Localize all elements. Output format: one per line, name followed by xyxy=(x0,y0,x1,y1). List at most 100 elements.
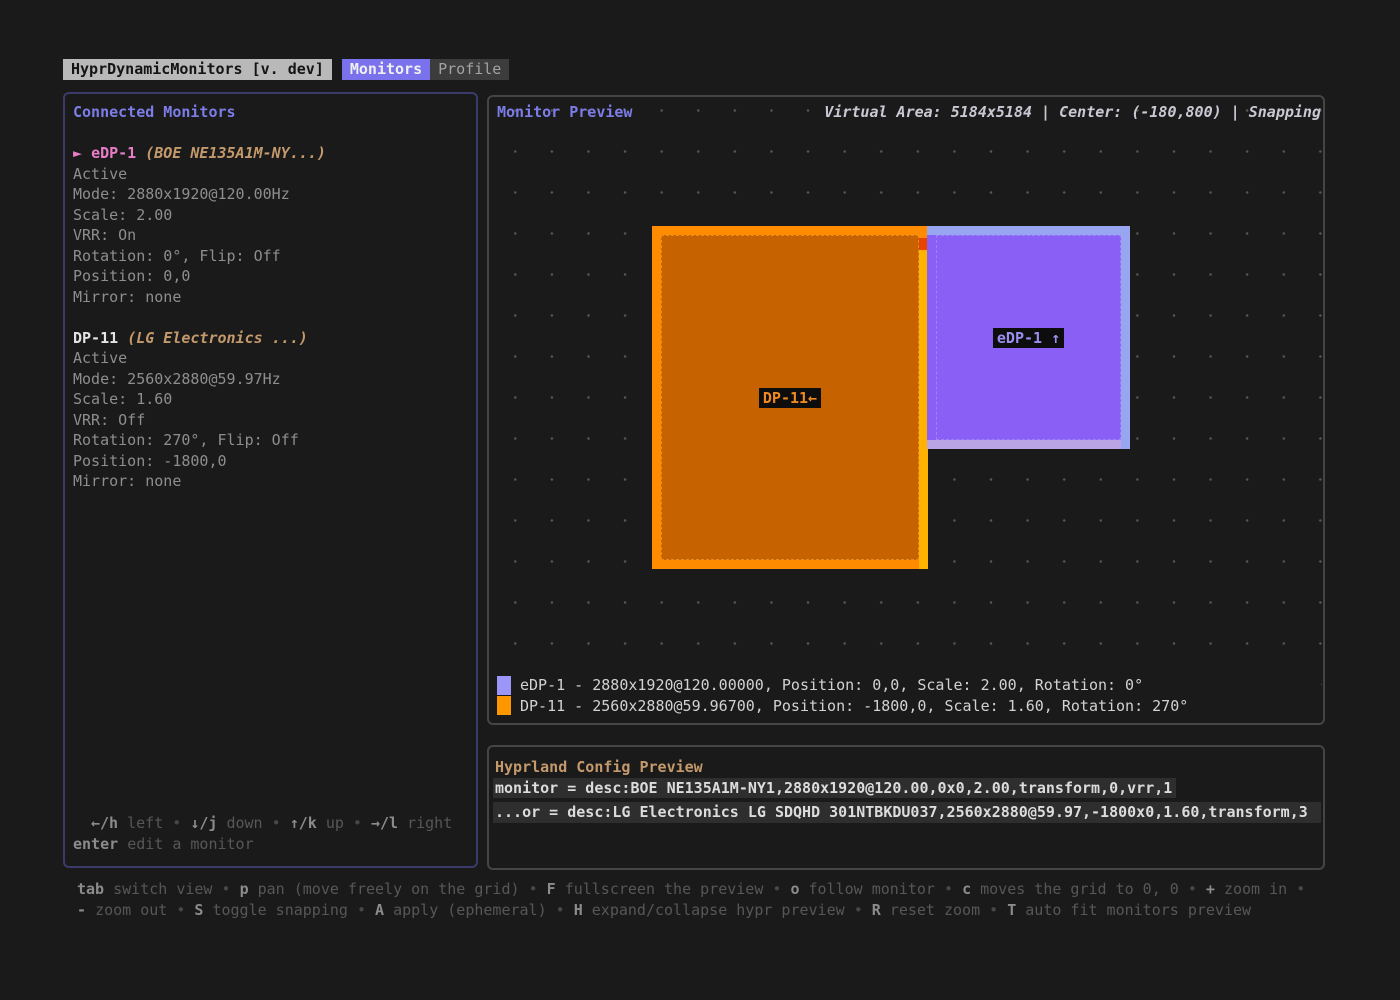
monitor-mode: Mode: 2560x2880@59.97Hz xyxy=(73,369,476,390)
key-desc: expand/collapse hypr preview xyxy=(592,901,845,919)
tab-profile[interactable]: Profile xyxy=(430,59,509,80)
connected-monitors-panel: Connected Monitors ► eDP-1 (BOE NE135A1M… xyxy=(63,92,478,868)
key-hint: ↑/k xyxy=(290,814,317,832)
key-desc: fullscreen the preview xyxy=(565,880,764,898)
list-keybind-footer: ←/h left • ↓/j down • ↑/k up • →/l right… xyxy=(73,813,470,854)
legend-row-dp11: DP-11 - 2560x2880@59.96700, Position: -1… xyxy=(497,696,1321,717)
key-desc: switch view xyxy=(113,880,212,898)
monitor-header: ► eDP-1 (BOE NE135A1M-NY...) xyxy=(73,143,476,164)
monitor-name: DP-11 xyxy=(73,329,118,347)
monitor-top-edge xyxy=(927,226,1130,235)
key-desc: follow monitor xyxy=(809,880,935,898)
legend-text: DP-11 - 2560x2880@59.96700, Position: -1… xyxy=(520,697,1188,715)
key-hint: c xyxy=(962,880,971,898)
monitor-status: Active xyxy=(73,348,476,369)
monitor-scale: Scale: 1.60 xyxy=(73,389,476,410)
key-desc: right xyxy=(407,814,452,832)
bullet-separator: • xyxy=(353,814,362,832)
key-desc: toggle snapping xyxy=(212,901,347,919)
monitor-preview-panel: Monitor Preview Virtual Area: 5184x5184 … xyxy=(487,95,1325,725)
spacer xyxy=(73,123,476,144)
monitor-vrr: VRR: On xyxy=(73,225,476,246)
monitor-status: Active xyxy=(73,164,476,185)
app-root: HyprDynamicMonitors [v. dev] Monitors Pr… xyxy=(0,0,1400,1000)
key-hint: →/l xyxy=(371,814,398,832)
key-desc: zoom out xyxy=(95,901,167,919)
hyprland-config-panel: Hyprland Config Preview monitor = desc:B… xyxy=(487,745,1325,870)
key-hint: + xyxy=(1206,880,1215,898)
key-hint: H xyxy=(574,901,583,919)
bullet-separator: • xyxy=(854,901,863,919)
monitor-rotation: Rotation: 270°, Flip: Off xyxy=(73,430,476,451)
bullet-separator: • xyxy=(272,814,281,832)
bullet-separator: • xyxy=(176,901,185,919)
key-hint: A xyxy=(375,901,384,919)
connected-monitors-title: Connected Monitors xyxy=(73,102,476,123)
key-hint: o xyxy=(790,880,799,898)
monitor-description: (LG Electronics ...) xyxy=(127,329,308,347)
monitor-rotation: Rotation: 0°, Flip: Off xyxy=(73,246,476,267)
preview-monitor-edp1[interactable]: eDP-1 ↑ xyxy=(927,226,1130,449)
key-hint: ←/h xyxy=(91,814,118,832)
key-hint: S xyxy=(194,901,203,919)
nav-keys-line: ←/h left • ↓/j down • ↑/k up • →/l right xyxy=(91,813,470,834)
key-desc: zoom in xyxy=(1224,880,1287,898)
legend-text: eDP-1 - 2880x1920@120.00000, Position: 0… xyxy=(520,676,1143,694)
key-desc: pan (move freely on the grid) xyxy=(258,880,520,898)
bullet-separator: • xyxy=(556,901,565,919)
key-hint: p xyxy=(240,880,249,898)
monitor-mirror: Mirror: none xyxy=(73,287,476,308)
monitor-position: Position: 0,0 xyxy=(73,266,476,287)
key-desc: moves the grid to 0, 0 xyxy=(980,880,1179,898)
key-hint: tab xyxy=(77,880,104,898)
key-desc: up xyxy=(326,814,344,832)
config-line-1: monitor = desc:BOE NE135A1M-NY1,2880x192… xyxy=(493,778,1176,799)
bullet-separator: • xyxy=(222,880,231,898)
bullet-separator: • xyxy=(172,814,181,832)
key-desc: reset zoom xyxy=(890,901,980,919)
bullet-separator: • xyxy=(357,901,366,919)
key-hint: ↓/j xyxy=(190,814,217,832)
monitor-name: eDP-1 xyxy=(91,144,136,162)
help-line-2: - zoom out • S toggle snapping • A apply… xyxy=(77,900,1360,921)
legend-swatch-dp11 xyxy=(497,696,511,715)
legend-row-edp1: eDP-1 - 2880x1920@120.00000, Position: 0… xyxy=(497,675,1321,696)
bullet-separator: • xyxy=(1188,880,1197,898)
app-title-tab: HyprDynamicMonitors [v. dev] xyxy=(63,59,332,80)
preview-monitor-dp11[interactable]: DP-11← xyxy=(652,226,928,569)
help-line-1: tab switch view • p pan (move freely on … xyxy=(77,879,1360,900)
monitor-position: Position: -1800,0 xyxy=(73,451,476,472)
tab-bar: HyprDynamicMonitors [v. dev] Monitors Pr… xyxy=(63,59,509,80)
key-desc: edit a monitor xyxy=(127,835,253,853)
key-hint: F xyxy=(547,880,556,898)
monitor-list-item-dp11[interactable]: DP-11 (LG Electronics ...) Active Mode: … xyxy=(73,328,476,492)
spacer xyxy=(73,307,476,328)
preview-status-text: Virtual Area: 5184x5184 | Center: (-180,… xyxy=(824,102,1321,123)
tab-monitors[interactable]: Monitors xyxy=(342,59,430,80)
key-hint: - xyxy=(77,901,86,919)
legend-swatch-edp1 xyxy=(497,676,511,695)
preview-header: Monitor Preview Virtual Area: 5184x5184 … xyxy=(497,102,1321,123)
preview-monitor-label-dp11: DP-11← xyxy=(759,388,821,408)
preview-title: Monitor Preview xyxy=(497,102,632,123)
key-desc: left xyxy=(127,814,163,832)
bullet-separator: • xyxy=(944,880,953,898)
keybind-help: tab switch view • p pan (move freely on … xyxy=(77,879,1360,921)
monitor-scale: Scale: 2.00 xyxy=(73,205,476,226)
monitor-mode: Mode: 2880x1920@120.00Hz xyxy=(73,184,476,205)
preview-monitor-label-edp1: eDP-1 ↑ xyxy=(993,328,1064,348)
key-hint: enter xyxy=(73,835,118,853)
key-hint: T xyxy=(1007,901,1016,919)
monitor-list-item-edp1[interactable]: ► eDP-1 (BOE NE135A1M-NY...) Active Mode… xyxy=(73,143,476,307)
bullet-separator: • xyxy=(1296,880,1305,898)
config-panel-title: Hyprland Config Preview xyxy=(493,757,1321,778)
key-desc: down xyxy=(226,814,262,832)
monitor-right-edge xyxy=(1121,226,1130,449)
key-hint: R xyxy=(872,901,881,919)
key-desc: auto fit monitors preview xyxy=(1025,901,1251,919)
bullet-separator: • xyxy=(529,880,538,898)
monitor-vrr: VRR: Off xyxy=(73,410,476,431)
monitor-header: DP-11 (LG Electronics ...) xyxy=(73,328,476,349)
bullet-separator: • xyxy=(989,901,998,919)
snap-edge-indicator xyxy=(927,440,1121,449)
